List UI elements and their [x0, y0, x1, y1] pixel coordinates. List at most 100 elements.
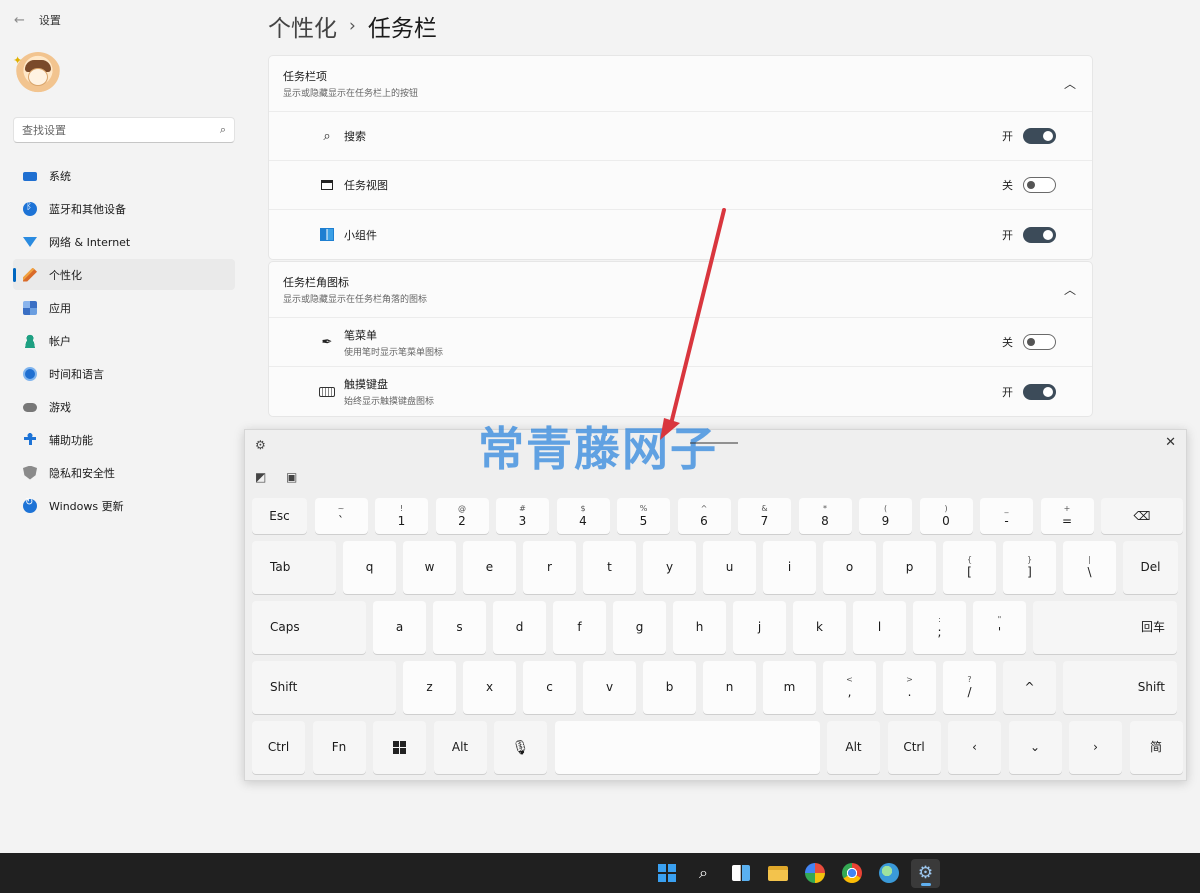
key-shift-left[interactable]: Shift: [252, 661, 396, 714]
key-6[interactable]: ^ 6: [677, 498, 731, 534]
key-4[interactable]: $4: [556, 498, 610, 534]
file-explorer-button[interactable]: [763, 859, 792, 888]
pen-menu-toggle[interactable]: [1023, 334, 1056, 350]
key-slash[interactable]: ? /: [943, 661, 996, 714]
avatar[interactable]: ✦: [13, 52, 61, 98]
key-m[interactable]: m: [763, 661, 816, 714]
key-esc[interactable]: Esc: [252, 498, 307, 534]
sidebar-item-privacy[interactable]: 隐私和安全性: [13, 457, 235, 488]
sidebar-item-windows-update[interactable]: Windows 更新: [13, 490, 235, 521]
key-j[interactable]: j: [733, 601, 786, 654]
key-ctrl-right[interactable]: Ctrl: [887, 721, 941, 774]
key-left[interactable]: ‹: [948, 721, 1001, 774]
search-toggle[interactable]: [1023, 128, 1056, 144]
key-lbracket[interactable]: {[: [943, 541, 996, 594]
start-button[interactable]: [652, 859, 681, 888]
back-arrow-icon[interactable]: ←: [14, 13, 25, 28]
key-caps[interactable]: Caps: [252, 601, 366, 654]
key-i[interactable]: i: [763, 541, 816, 594]
key-rbracket[interactable]: }]: [1003, 541, 1056, 594]
key-del[interactable]: Del: [1123, 541, 1178, 594]
settings-app-button[interactable]: ⚙: [911, 858, 940, 888]
corner-icons-header[interactable]: 任务栏角图标 显示或隐藏显示在任务栏角落的图标 ︿: [269, 262, 1092, 318]
key-v[interactable]: v: [583, 661, 636, 714]
sidebar-item-accessibility[interactable]: 辅助功能: [13, 424, 235, 455]
task-view-toggle[interactable]: [1023, 177, 1056, 193]
key-up[interactable]: ^: [1003, 661, 1056, 714]
key-equals[interactable]: + =: [1040, 498, 1094, 534]
key-0[interactable]: ) 0: [919, 498, 973, 534]
key-n[interactable]: n: [703, 661, 756, 714]
sidebar-item-accounts[interactable]: 帐户: [13, 325, 235, 356]
key-backslash[interactable]: | \: [1063, 541, 1116, 594]
key-g[interactable]: g: [613, 601, 666, 654]
key-semicolon[interactable]: :;: [913, 601, 966, 654]
sidebar-item-system[interactable]: 系统: [13, 160, 235, 191]
key-3[interactable]: #3: [496, 498, 549, 534]
gear-icon[interactable]: ⚙: [255, 438, 266, 452]
key-d[interactable]: d: [493, 601, 546, 654]
key-e[interactable]: e: [463, 541, 516, 594]
key-microphone[interactable]: 🎙: [494, 721, 547, 774]
key-7[interactable]: & 7: [738, 498, 791, 534]
key-2[interactable]: @2: [435, 498, 489, 534]
key-period[interactable]: >.: [883, 661, 936, 714]
sidebar-item-time-language[interactable]: 时间和语言: [13, 358, 235, 389]
key-y[interactable]: y: [643, 541, 696, 594]
taskbar-items-header[interactable]: 任务栏项 显示或隐藏显示在任务栏上的按钮 ︿: [269, 56, 1092, 112]
sidebar-item-gaming[interactable]: 游戏: [13, 391, 235, 422]
key-shift-right[interactable]: Shift: [1063, 661, 1177, 714]
globe-app-button[interactable]: [874, 859, 903, 888]
key-windows[interactable]: [373, 721, 426, 774]
key-c[interactable]: c: [523, 661, 576, 714]
taskbar-search-button[interactable]: ⌕: [689, 859, 718, 888]
key-l[interactable]: l: [853, 601, 906, 654]
key-x[interactable]: x: [463, 661, 516, 714]
browser-button[interactable]: [800, 859, 829, 888]
close-icon[interactable]: ✕: [1165, 435, 1176, 450]
key-quote[interactable]: " ': [973, 601, 1026, 654]
key-f[interactable]: f: [553, 601, 606, 654]
key-t[interactable]: t: [583, 541, 636, 594]
sidebar-item-personalization[interactable]: 个性化: [13, 259, 235, 290]
settings-search[interactable]: ⌕: [13, 117, 235, 143]
sidebar-item-apps[interactable]: 应用: [13, 292, 235, 323]
chevron-up-icon[interactable]: ︿: [1064, 75, 1076, 92]
key-b[interactable]: b: [643, 661, 696, 714]
key-alt-left[interactable]: Alt: [433, 721, 487, 774]
taskbar-widgets-button[interactable]: [726, 859, 755, 888]
key-o[interactable]: o: [823, 541, 876, 594]
search-icon[interactable]: ⌕: [220, 123, 226, 137]
key-z[interactable]: z: [403, 661, 456, 714]
sidebar-item-network[interactable]: 网络 & Internet: [13, 226, 235, 257]
key-1[interactable]: ! 1: [375, 498, 428, 534]
key-fn[interactable]: Fn: [312, 721, 366, 774]
key-w[interactable]: w: [403, 541, 456, 594]
key-s[interactable]: s: [433, 601, 486, 654]
sidebar-item-bluetooth[interactable]: 蓝牙和其他设备: [13, 193, 235, 224]
clipboard-icon[interactable]: ▣: [286, 470, 297, 484]
key-down[interactable]: ⌄: [1008, 721, 1062, 774]
key-ime[interactable]: 简: [1129, 721, 1183, 774]
key-p[interactable]: p: [883, 541, 936, 594]
key-q[interactable]: q: [343, 541, 396, 594]
search-input[interactable]: [22, 123, 220, 137]
key-a[interactable]: a: [373, 601, 426, 654]
key-comma[interactable]: <,: [823, 661, 876, 714]
emoji-icon[interactable]: ◩: [255, 470, 266, 484]
key-9[interactable]: (9: [859, 498, 912, 534]
chrome-button[interactable]: [837, 859, 866, 888]
key-u[interactable]: u: [703, 541, 756, 594]
key-8[interactable]: * 8: [798, 498, 852, 534]
chevron-up-icon[interactable]: ︿: [1064, 281, 1076, 298]
key-tab[interactable]: Tab: [252, 541, 336, 594]
key-space[interactable]: [554, 721, 820, 774]
key-minus[interactable]: _ -: [980, 498, 1033, 534]
key-backspace[interactable]: ⌫: [1101, 498, 1183, 534]
widgets-toggle[interactable]: [1023, 226, 1056, 243]
key-enter[interactable]: 回车: [1033, 601, 1177, 654]
key-k[interactable]: k: [793, 601, 846, 654]
key-h[interactable]: h: [673, 601, 726, 654]
key-ctrl-left[interactable]: Ctrl: [252, 721, 305, 774]
touch-keyboard-toggle[interactable]: [1023, 383, 1056, 400]
